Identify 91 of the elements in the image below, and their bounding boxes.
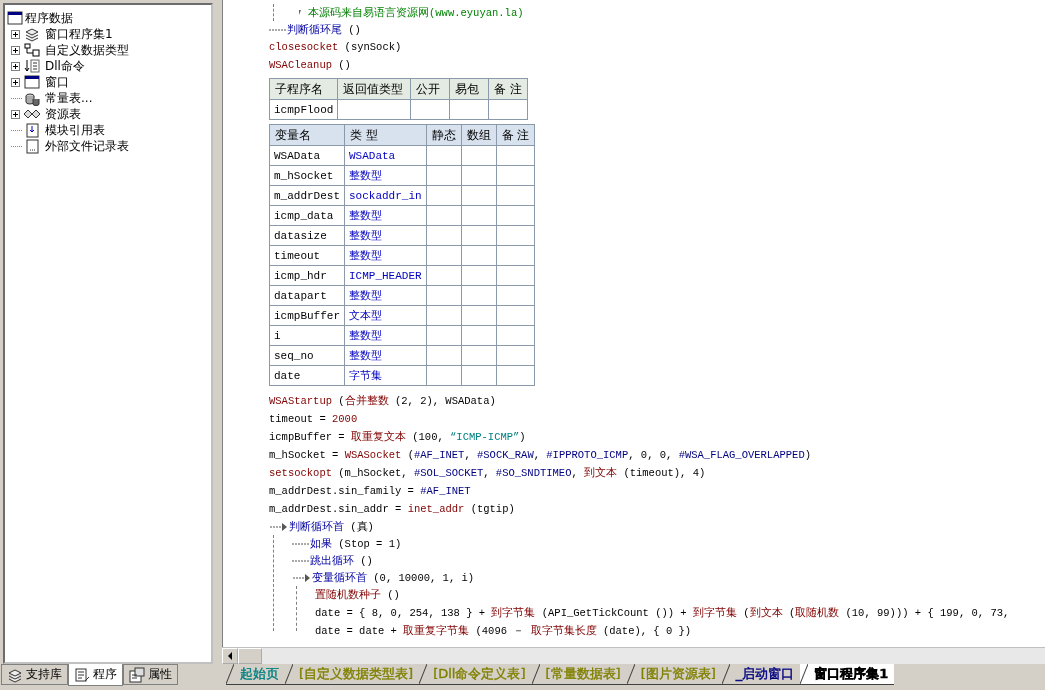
cylinders-icon — [24, 90, 40, 106]
table-cell: icmpFlood — [269, 99, 338, 120]
table-cell: ICMP_HEADER — [344, 265, 427, 286]
panel-tab[interactable]: 属性 — [123, 664, 178, 685]
document-pen-icon — [74, 666, 90, 683]
code-line: 置随机数种子 () — [315, 588, 400, 602]
horizontal-scrollbar[interactable] — [222, 647, 1045, 664]
table-cell: icmp_data — [269, 205, 345, 226]
table-cell: m_addrDest — [269, 185, 345, 206]
comment-mark-icon — [296, 8, 304, 17]
arrow-left-icon — [227, 652, 233, 660]
table-cell: sockaddr_in — [344, 185, 427, 206]
file-tab[interactable]: _启动窗口 — [721, 664, 801, 685]
tree-item[interactable]: 模块引用表 — [45, 121, 105, 139]
code-line: 判断循环尾 () — [287, 22, 361, 37]
tree-item[interactable]: 程序数据 — [25, 9, 73, 27]
code-line: WSACleanup () — [269, 59, 351, 71]
panel-tab[interactable]: 支持库 — [1, 664, 68, 685]
column-header: 静态 — [426, 124, 462, 146]
tree-item[interactable]: 资源表 — [45, 105, 81, 123]
flow-arrow-icon — [292, 572, 312, 583]
code-line: setsockopt (m_hSocket, #SOL_SOCKET, #SO_SNDTIMEO, 到文本 (timeout), 4) — [269, 466, 706, 480]
table-cell: 字节集 — [344, 365, 427, 386]
table-cell: seq_no — [269, 345, 345, 366]
code-line: date = date + 取重复字节集 (4096 － 取字节集长度 (date), { 0 }) — [315, 624, 692, 638]
tree-item[interactable]: 外部文件记录表 — [45, 137, 129, 155]
code-line: WSAStartup (合并整数 (2, 2), WSAData) — [269, 394, 496, 408]
table-cell: 整数型 — [344, 205, 427, 226]
window-icon — [24, 74, 40, 90]
table-cell: 整数型 — [344, 325, 427, 346]
expand-toggle[interactable] — [11, 77, 20, 87]
table-cell: 整数型 — [344, 345, 427, 366]
code-line: date = { 8, 0, 254, 138 } + 到字节集 (API_GetTickCount ()) + 到字节集 (到文本 (取随机数 (10, 99))) + { 199, 0, 73, — [315, 606, 1010, 620]
file-tab[interactable]: 窗口程序集1 — [800, 664, 895, 685]
flow-connector-icon — [292, 541, 310, 546]
code-line: 变量循环首 (0, 10000, 1, i) — [312, 570, 475, 585]
table-cell: datasize — [269, 225, 345, 246]
stack-icon — [24, 26, 40, 42]
table-cell: timeout — [269, 245, 345, 266]
column-header: 备 注 — [488, 78, 528, 100]
document-icon — [24, 138, 40, 154]
expand-toggle[interactable] — [11, 109, 20, 119]
column-header: 公开 — [410, 78, 450, 100]
code-line: closesocket (synSock) — [269, 41, 402, 53]
table-cell: date — [269, 365, 345, 386]
tree-item[interactable]: 窗口 — [45, 73, 69, 91]
column-header: 易包 — [449, 78, 489, 100]
column-header: 返回值类型 — [337, 78, 411, 100]
column-header: 子程序名 — [269, 78, 338, 100]
expand-toggle[interactable] — [11, 29, 20, 39]
table-cell: 整数型 — [344, 225, 427, 246]
tree-item[interactable]: 自定义数据类型 — [45, 41, 129, 59]
panel-tab[interactable]: 程序 — [68, 664, 123, 686]
flow-arrow-icon — [269, 521, 289, 532]
window-icon — [7, 10, 23, 26]
table-cell: m_hSocket — [269, 165, 345, 186]
properties-icon — [129, 666, 145, 683]
scroll-left-button[interactable] — [222, 648, 238, 664]
code-line: m_addrDest.sin_addr = inet_addr (tgtip) — [269, 503, 515, 515]
import-list-icon — [24, 58, 40, 74]
table-cell: icmp_hdr — [269, 265, 345, 286]
code-line: m_hSocket = WSASocket (#AF_INET, #SOCK_RAW, #IPPROTO_ICMP, 0, 0, #WSA_FLAG_OVERLAPPED) — [269, 449, 811, 461]
code-line: m_addrDest.sin_family = #AF_INET — [269, 485, 471, 497]
table-cell: 整数型 — [344, 285, 427, 306]
expand-toggle[interactable] — [11, 61, 20, 71]
table-cell: 文本型 — [344, 305, 427, 326]
code-line: timeout = 2000 — [269, 413, 358, 425]
column-header: 数组 — [461, 124, 497, 146]
table-cell: datapart — [269, 285, 345, 306]
flow-connector-icon — [269, 27, 287, 32]
tree-item[interactable]: Dll命令 — [45, 57, 85, 75]
expand-toggle[interactable] — [11, 45, 20, 55]
table-cell: 整数型 — [344, 245, 427, 266]
code-line: 如果 (Stop = 1) — [310, 536, 402, 551]
code-line: 跳出循环 () — [310, 553, 373, 568]
flow-connector-icon — [292, 558, 310, 563]
column-header: 类 型 — [344, 124, 427, 146]
tree-item[interactable]: 窗口程序集1 — [45, 25, 113, 43]
tree-item[interactable]: 常量表... — [45, 89, 93, 107]
code-line: 判断循环首 (真) — [289, 519, 374, 534]
code-line: 本源码来自易语言资源网(www.eyuyan.la) — [308, 5, 524, 20]
table-cell: i — [269, 325, 345, 346]
column-header: 备 注 — [496, 124, 535, 146]
table-cell: WSAData — [344, 145, 427, 166]
scrollbar-thumb[interactable] — [238, 648, 262, 664]
column-header: 变量名 — [269, 124, 345, 146]
code-line: icmpBuffer = 取重复文本 (100, “ICMP-ICMP”) — [269, 430, 526, 444]
structure-icon — [24, 42, 40, 58]
table-cell: WSAData — [269, 145, 345, 166]
table-cell: icmpBuffer — [269, 305, 345, 326]
table-cell: 整数型 — [344, 165, 427, 186]
